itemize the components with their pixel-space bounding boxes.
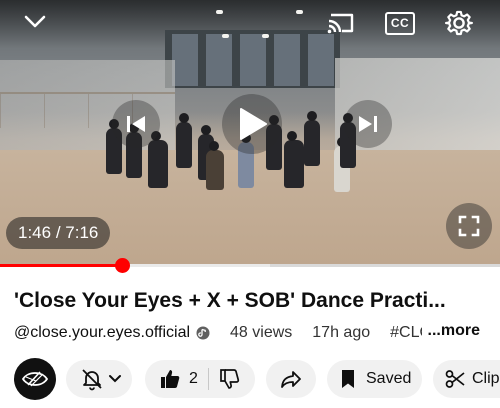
like-dislike-group: 2	[145, 360, 255, 398]
play-button[interactable]	[222, 94, 282, 154]
scene-dancer	[284, 131, 304, 188]
scene-window-pane	[274, 34, 300, 86]
cast-icon	[327, 13, 354, 34]
progress-scrubber[interactable]	[114, 258, 130, 273]
saved-label: Saved	[366, 370, 412, 387]
gear-icon	[445, 10, 473, 36]
bell-slash-icon	[82, 369, 102, 391]
scene-window-pane	[172, 34, 198, 86]
channel-handle[interactable]: @close.your.eyes.official	[14, 324, 190, 342]
time-separator: /	[51, 223, 66, 242]
upload-age: 17h ago	[312, 324, 371, 341]
channel-logo-icon	[21, 371, 49, 387]
skip-previous-icon	[127, 116, 145, 132]
scene-ceiling-light	[216, 10, 223, 14]
fullscreen-icon	[458, 215, 480, 237]
like-button[interactable]: 2	[159, 368, 198, 390]
scissors-icon	[445, 370, 465, 388]
channel-avatar[interactable]	[14, 358, 56, 400]
scene-ceiling-light	[262, 34, 269, 38]
progress-played	[0, 264, 122, 267]
progress-bar[interactable]	[0, 258, 500, 273]
duration: 7:16	[65, 223, 99, 242]
clip-button[interactable]: Clip	[433, 360, 500, 398]
chevron-down-icon	[24, 15, 46, 28]
play-icon	[240, 108, 267, 140]
chevron-down-icon	[109, 375, 121, 383]
next-button[interactable]	[344, 100, 392, 148]
skip-next-icon	[359, 116, 377, 132]
bookmark-filled-icon	[342, 370, 354, 388]
scene-window-pane	[308, 34, 334, 86]
dislike-button[interactable]	[219, 368, 241, 390]
share-icon	[281, 371, 301, 388]
fullscreen-button[interactable]	[446, 203, 492, 249]
captions-button[interactable]: CC	[383, 9, 417, 37]
scene-ceiling-light	[296, 10, 303, 14]
like-count: 2	[189, 370, 198, 387]
scene-dancer	[304, 111, 320, 166]
closed-captions-icon: CC	[385, 11, 415, 35]
scene-dancer	[206, 141, 224, 190]
scene-dancer	[148, 131, 168, 188]
thumbs-up-icon	[161, 370, 180, 388]
video-title[interactable]: 'Close Your Eyes + X + SOB' Dance Practi…	[14, 289, 494, 313]
hashtag[interactable]: #CLOSE	[390, 324, 424, 342]
settings-button[interactable]	[442, 7, 476, 39]
collapse-button[interactable]	[20, 8, 50, 36]
previous-button[interactable]	[112, 100, 160, 148]
captions-label: CC	[390, 16, 410, 30]
action-row: 2 Saved Clip	[0, 358, 500, 400]
cast-button[interactable]	[322, 8, 360, 38]
verified-music-icon	[196, 326, 210, 340]
video-meta-row[interactable]: @close.your.eyes.official 48 views 17h a…	[14, 322, 424, 344]
subscription-bell-button[interactable]	[66, 360, 132, 398]
view-count: 48 views	[230, 324, 293, 341]
scene-dancer	[176, 113, 192, 168]
scene-window-pane	[206, 34, 232, 86]
thumbs-down-icon	[220, 369, 240, 389]
clip-label: Clip	[472, 370, 500, 387]
current-time: 1:46	[18, 223, 52, 242]
share-button[interactable]	[266, 360, 316, 398]
more-button[interactable]: ...more	[421, 322, 480, 340]
like-divider	[207, 368, 209, 390]
scene-window-pane	[240, 34, 266, 86]
video-player[interactable]: CC 1:46 / 7:16	[0, 0, 500, 267]
time-display: 1:46 / 7:16	[6, 217, 111, 249]
save-button[interactable]: Saved	[327, 360, 422, 398]
scene-ceiling-light	[222, 34, 229, 38]
